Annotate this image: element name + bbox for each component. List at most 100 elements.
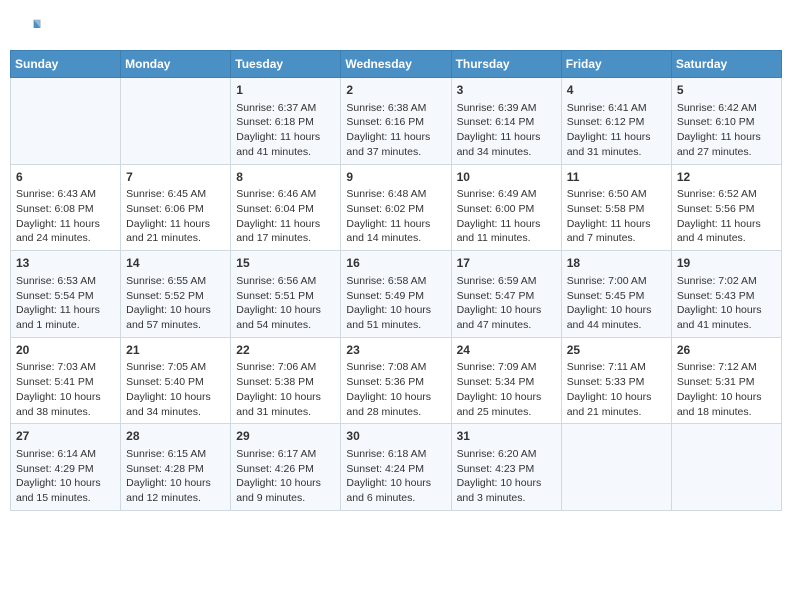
day-content: Daylight: 10 hours and 3 minutes.	[457, 476, 556, 505]
day-content: Daylight: 10 hours and 34 minutes.	[126, 390, 225, 419]
calendar-cell: 2Sunrise: 6:38 AMSunset: 6:16 PMDaylight…	[341, 78, 451, 165]
day-content: Sunset: 5:33 PM	[567, 375, 666, 390]
week-row-4: 20Sunrise: 7:03 AMSunset: 5:41 PMDayligh…	[11, 337, 782, 424]
day-content: Sunset: 5:41 PM	[16, 375, 115, 390]
day-content: Sunset: 5:45 PM	[567, 289, 666, 304]
day-number: 14	[126, 255, 225, 272]
day-content: Sunrise: 7:11 AM	[567, 360, 666, 375]
day-number: 27	[16, 428, 115, 445]
week-row-2: 6Sunrise: 6:43 AMSunset: 6:08 PMDaylight…	[11, 164, 782, 251]
day-content: Sunset: 5:54 PM	[16, 289, 115, 304]
week-row-5: 27Sunrise: 6:14 AMSunset: 4:29 PMDayligh…	[11, 424, 782, 511]
calendar-cell: 3Sunrise: 6:39 AMSunset: 6:14 PMDaylight…	[451, 78, 561, 165]
day-content: Sunrise: 7:03 AM	[16, 360, 115, 375]
day-content: Sunset: 5:36 PM	[346, 375, 445, 390]
day-content: Sunrise: 6:37 AM	[236, 101, 335, 116]
day-content: Sunset: 5:49 PM	[346, 289, 445, 304]
calendar-cell: 1Sunrise: 6:37 AMSunset: 6:18 PMDaylight…	[231, 78, 341, 165]
calendar-cell: 29Sunrise: 6:17 AMSunset: 4:26 PMDayligh…	[231, 424, 341, 511]
calendar-cell: 12Sunrise: 6:52 AMSunset: 5:56 PMDayligh…	[671, 164, 781, 251]
day-content: Sunrise: 6:50 AM	[567, 187, 666, 202]
day-number: 30	[346, 428, 445, 445]
day-number: 12	[677, 169, 776, 186]
day-content: Daylight: 10 hours and 12 minutes.	[126, 476, 225, 505]
day-content: Daylight: 11 hours and 17 minutes.	[236, 217, 335, 246]
day-content: Sunrise: 7:05 AM	[126, 360, 225, 375]
day-number: 7	[126, 169, 225, 186]
day-content: Sunset: 6:04 PM	[236, 202, 335, 217]
calendar-cell: 23Sunrise: 7:08 AMSunset: 5:36 PMDayligh…	[341, 337, 451, 424]
day-content: Sunset: 6:10 PM	[677, 115, 776, 130]
day-content: Daylight: 11 hours and 1 minute.	[16, 303, 115, 332]
logo-icon	[14, 14, 42, 42]
day-header-tuesday: Tuesday	[231, 51, 341, 78]
calendar-cell: 9Sunrise: 6:48 AMSunset: 6:02 PMDaylight…	[341, 164, 451, 251]
day-content: Sunset: 5:38 PM	[236, 375, 335, 390]
calendar-cell	[11, 78, 121, 165]
calendar-cell: 22Sunrise: 7:06 AMSunset: 5:38 PMDayligh…	[231, 337, 341, 424]
calendar-body: 1Sunrise: 6:37 AMSunset: 6:18 PMDaylight…	[11, 78, 782, 511]
day-content: Sunrise: 6:53 AM	[16, 274, 115, 289]
day-number: 24	[457, 342, 556, 359]
day-content: Daylight: 10 hours and 51 minutes.	[346, 303, 445, 332]
day-content: Daylight: 10 hours and 9 minutes.	[236, 476, 335, 505]
calendar-cell: 15Sunrise: 6:56 AMSunset: 5:51 PMDayligh…	[231, 251, 341, 338]
day-content: Sunset: 6:14 PM	[457, 115, 556, 130]
day-content: Sunset: 5:51 PM	[236, 289, 335, 304]
day-number: 26	[677, 342, 776, 359]
day-number: 16	[346, 255, 445, 272]
day-number: 9	[346, 169, 445, 186]
day-content: Sunrise: 6:38 AM	[346, 101, 445, 116]
day-number: 25	[567, 342, 666, 359]
day-number: 22	[236, 342, 335, 359]
calendar-cell: 31Sunrise: 6:20 AMSunset: 4:23 PMDayligh…	[451, 424, 561, 511]
day-content: Daylight: 10 hours and 54 minutes.	[236, 303, 335, 332]
calendar-table: SundayMondayTuesdayWednesdayThursdayFrid…	[10, 50, 782, 511]
day-content: Daylight: 11 hours and 21 minutes.	[126, 217, 225, 246]
day-content: Sunset: 4:26 PM	[236, 462, 335, 477]
calendar-cell: 11Sunrise: 6:50 AMSunset: 5:58 PMDayligh…	[561, 164, 671, 251]
day-content: Sunrise: 6:15 AM	[126, 447, 225, 462]
day-content: Daylight: 11 hours and 37 minutes.	[346, 130, 445, 159]
day-number: 5	[677, 82, 776, 99]
day-content: Sunset: 6:06 PM	[126, 202, 225, 217]
day-content: Sunset: 5:52 PM	[126, 289, 225, 304]
week-row-1: 1Sunrise: 6:37 AMSunset: 6:18 PMDaylight…	[11, 78, 782, 165]
day-content: Sunset: 6:02 PM	[346, 202, 445, 217]
logo	[14, 14, 46, 42]
day-content: Sunrise: 7:06 AM	[236, 360, 335, 375]
day-content: Sunrise: 6:58 AM	[346, 274, 445, 289]
day-content: Sunset: 5:56 PM	[677, 202, 776, 217]
day-content: Sunset: 4:23 PM	[457, 462, 556, 477]
day-content: Daylight: 10 hours and 25 minutes.	[457, 390, 556, 419]
day-content: Daylight: 10 hours and 28 minutes.	[346, 390, 445, 419]
day-header-sunday: Sunday	[11, 51, 121, 78]
day-content: Daylight: 11 hours and 7 minutes.	[567, 217, 666, 246]
calendar-cell: 8Sunrise: 6:46 AMSunset: 6:04 PMDaylight…	[231, 164, 341, 251]
day-content: Daylight: 10 hours and 41 minutes.	[677, 303, 776, 332]
day-content: Daylight: 10 hours and 31 minutes.	[236, 390, 335, 419]
day-content: Sunset: 5:47 PM	[457, 289, 556, 304]
day-content: Sunrise: 6:41 AM	[567, 101, 666, 116]
day-content: Sunrise: 6:48 AM	[346, 187, 445, 202]
day-content: Sunset: 5:40 PM	[126, 375, 225, 390]
day-number: 18	[567, 255, 666, 272]
day-content: Sunset: 5:58 PM	[567, 202, 666, 217]
day-number: 2	[346, 82, 445, 99]
week-row-3: 13Sunrise: 6:53 AMSunset: 5:54 PMDayligh…	[11, 251, 782, 338]
day-content: Daylight: 10 hours and 57 minutes.	[126, 303, 225, 332]
day-number: 17	[457, 255, 556, 272]
day-content: Daylight: 10 hours and 38 minutes.	[16, 390, 115, 419]
day-number: 8	[236, 169, 335, 186]
day-content: Sunset: 5:31 PM	[677, 375, 776, 390]
calendar-cell: 19Sunrise: 7:02 AMSunset: 5:43 PMDayligh…	[671, 251, 781, 338]
calendar-cell: 21Sunrise: 7:05 AMSunset: 5:40 PMDayligh…	[121, 337, 231, 424]
day-content: Sunrise: 6:59 AM	[457, 274, 556, 289]
day-content: Sunset: 5:43 PM	[677, 289, 776, 304]
day-content: Sunrise: 7:02 AM	[677, 274, 776, 289]
day-number: 29	[236, 428, 335, 445]
calendar-cell: 30Sunrise: 6:18 AMSunset: 4:24 PMDayligh…	[341, 424, 451, 511]
day-content: Sunset: 4:24 PM	[346, 462, 445, 477]
day-content: Sunrise: 7:00 AM	[567, 274, 666, 289]
day-header-thursday: Thursday	[451, 51, 561, 78]
